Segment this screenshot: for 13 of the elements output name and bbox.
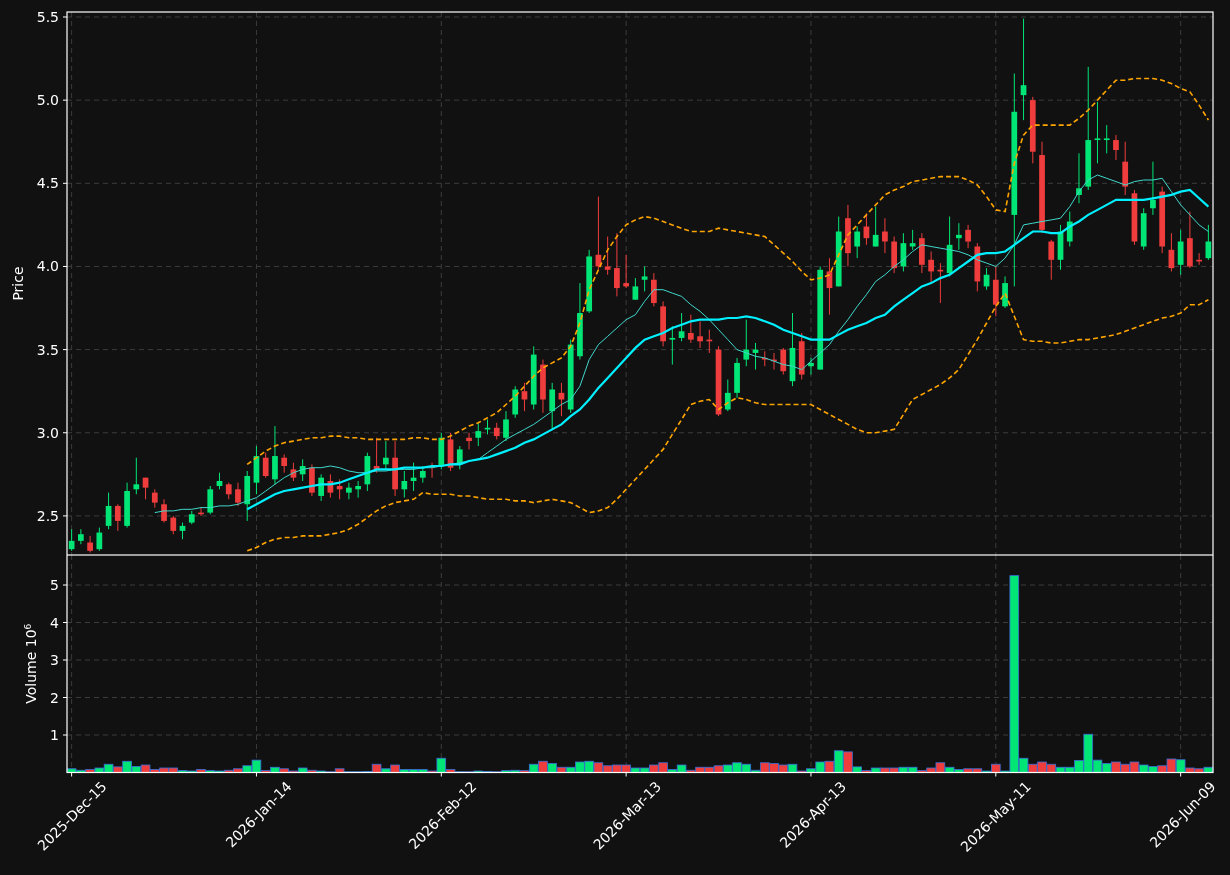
axis-tick-label: 4 bbox=[50, 614, 59, 631]
axis-tick-label: 2.5 bbox=[36, 507, 59, 524]
axis-tick-label: 4.0 bbox=[36, 258, 59, 275]
axis-tick-label: 3 bbox=[50, 652, 59, 668]
axis-tick-label: 3.0 bbox=[36, 424, 59, 441]
axis-tick-label: 5.0 bbox=[36, 92, 59, 109]
axis-tick-label: 5 bbox=[50, 577, 59, 593]
axis-tick-label: 4.5 bbox=[36, 175, 59, 192]
axis-tick-label: 1 bbox=[50, 727, 59, 743]
axis-tick-label: 3.5 bbox=[36, 341, 59, 358]
axis-tick-label: 5.5 bbox=[36, 9, 59, 25]
axis-tick-label: 2 bbox=[50, 689, 59, 706]
axis-title: Price bbox=[10, 266, 26, 301]
